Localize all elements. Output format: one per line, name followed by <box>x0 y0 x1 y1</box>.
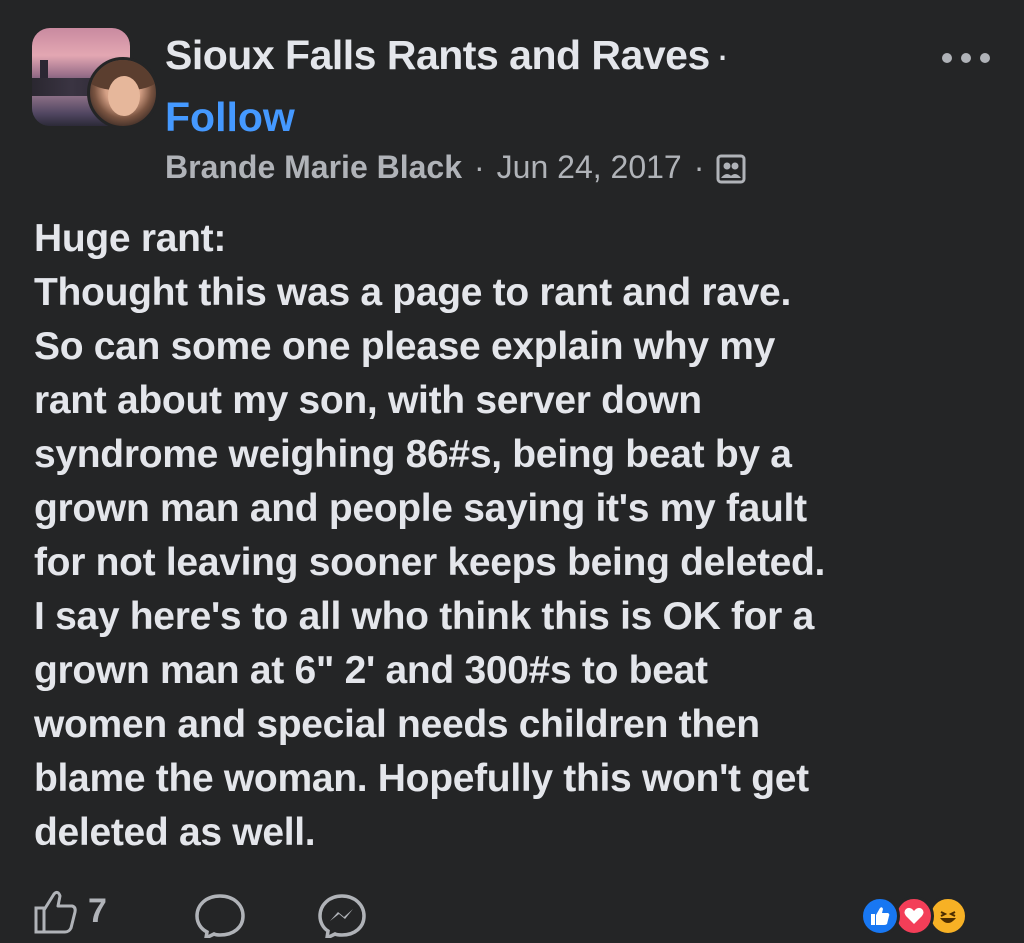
user-avatar[interactable] <box>87 57 159 129</box>
comment-icon <box>195 894 245 942</box>
author-link[interactable]: Brande Marie Black <box>165 149 462 186</box>
messenger-icon <box>318 894 366 942</box>
like-icon <box>34 890 77 934</box>
post-date[interactable]: Jun 24, 2017 <box>497 149 682 186</box>
more-dot <box>942 53 952 63</box>
follow-button[interactable]: Follow <box>165 94 295 141</box>
haha-reaction-icon <box>928 896 968 936</box>
face-shape <box>108 76 140 116</box>
post-body: Huge rant: Thought this was a page to ra… <box>34 217 826 854</box>
like-count: 7 <box>88 891 107 930</box>
action-bar: 7 <box>32 888 992 942</box>
avatar-group[interactable] <box>32 28 159 129</box>
group-members-icon <box>716 154 746 184</box>
more-options-icon[interactable] <box>942 44 990 72</box>
group-name-link[interactable]: Sioux Falls Rants and Raves <box>165 32 710 78</box>
comment-button[interactable] <box>192 892 248 943</box>
title-separator: · <box>715 32 730 78</box>
love-reaction-icon <box>894 896 934 936</box>
reaction-summary[interactable] <box>860 896 1000 940</box>
post-meta: Brande Marie Black · Jun 24, 2017 · <box>165 149 746 186</box>
meta-separator: · <box>474 149 485 185</box>
group-name-line: Sioux Falls Rants and Raves · <box>165 32 729 79</box>
like-button[interactable]: 7 <box>32 888 107 934</box>
more-dot <box>961 53 971 63</box>
more-dot <box>980 53 990 63</box>
like-reaction-icon <box>860 896 900 936</box>
post-card: Sioux Falls Rants and Raves · Follow Bran… <box>0 0 1024 942</box>
messenger-share-button[interactable] <box>314 892 370 943</box>
meta-separator-2: · <box>693 149 705 185</box>
